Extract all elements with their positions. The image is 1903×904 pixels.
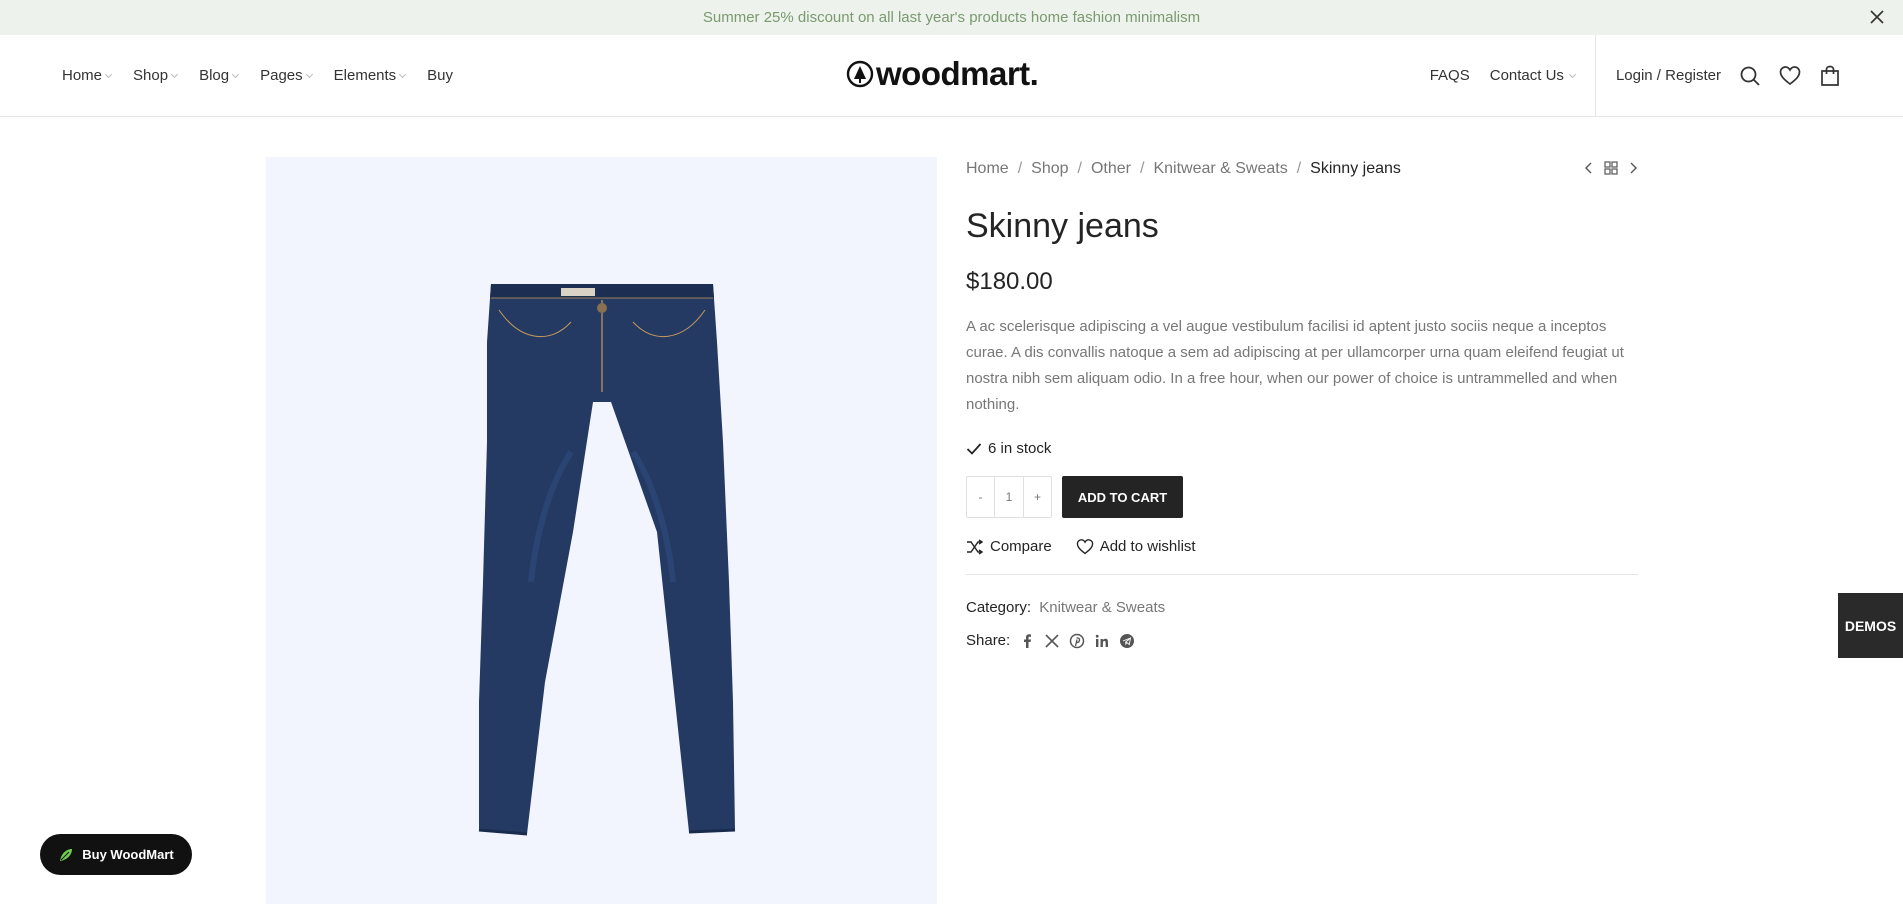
product-summary: Home / Shop / Other / Knitwear & Sweats / Sk… bbox=[966, 157, 1638, 649]
linkedin-icon[interactable] bbox=[1094, 633, 1110, 649]
nav-item-buy[interactable]: Buy bbox=[427, 67, 453, 84]
logo-text: woodmart. bbox=[876, 55, 1039, 92]
nav-label: Blog bbox=[199, 67, 230, 84]
chevron-left-icon[interactable] bbox=[1584, 161, 1594, 175]
telegram-icon[interactable] bbox=[1119, 633, 1135, 649]
qty-increase-button[interactable]: + bbox=[1024, 477, 1051, 517]
login-register-link[interactable]: Login / Register bbox=[1616, 67, 1721, 84]
nav-label: Shop bbox=[133, 67, 169, 84]
promo-bar: Summer 25% discount on all last year's p… bbox=[0, 0, 1903, 35]
nav-label: Buy bbox=[427, 67, 454, 84]
breadcrumb-separator: / bbox=[1296, 160, 1302, 177]
nav-item-blog[interactable]: Blog bbox=[199, 67, 240, 84]
nav-item-home[interactable]: Home bbox=[62, 67, 113, 84]
stock-text: 6 in stock bbox=[988, 440, 1052, 457]
nav-label: Home bbox=[62, 67, 103, 84]
breadcrumb-other[interactable]: Other bbox=[1091, 160, 1131, 178]
facebook-icon[interactable] bbox=[1019, 633, 1035, 649]
product-title: Skinny jeans bbox=[966, 207, 1159, 245]
category-link[interactable]: Knitwear & Sweats bbox=[1039, 599, 1165, 616]
main-nav: Home Shop Blog Pages Elements Buy bbox=[62, 67, 475, 84]
wishlist-button[interactable]: Add to wishlist bbox=[1076, 538, 1196, 555]
add-to-cart-button[interactable]: ADD TO CART bbox=[1062, 476, 1183, 518]
chevron-down-icon bbox=[232, 70, 240, 78]
logo-mark-icon bbox=[846, 60, 874, 88]
promo-text: Summer 25% discount on all last year's p… bbox=[702, 9, 1201, 26]
product-category: Category: Knitwear & Sweats bbox=[966, 599, 1638, 616]
product-description: A ac scelerisque adipiscing a vel augue … bbox=[966, 318, 1624, 413]
breadcrumb-shop[interactable]: Shop bbox=[1031, 160, 1068, 178]
product-price: $180.00 bbox=[966, 268, 1053, 295]
header-right: FAQS Contact Us Login / Register bbox=[1410, 34, 1841, 117]
grid-icon[interactable] bbox=[1604, 161, 1618, 175]
search-icon[interactable] bbox=[1739, 65, 1761, 87]
nav-item-pages[interactable]: Pages bbox=[260, 67, 313, 84]
add-to-cart-row: - 1 + ADD TO CART bbox=[966, 476, 1638, 518]
bag-icon[interactable] bbox=[1819, 65, 1841, 87]
breadcrumb: Home / Shop / Other / Knitwear & Sweats / Sk… bbox=[966, 157, 1638, 181]
breadcrumb-home[interactable]: Home bbox=[966, 160, 1009, 178]
breadcrumb-current: Skinny jeans bbox=[1310, 160, 1401, 177]
site-header: Home Shop Blog Pages Elements Buy woodma… bbox=[0, 34, 1903, 117]
chevron-down-icon bbox=[104, 70, 113, 78]
product-gallery[interactable] bbox=[266, 157, 937, 904]
faqs-link[interactable]: FAQS bbox=[1430, 67, 1470, 84]
product-nav bbox=[1584, 161, 1638, 175]
nav-item-elements[interactable]: Elements bbox=[333, 67, 407, 84]
nav-item-shop[interactable]: Shop bbox=[133, 67, 179, 84]
chevron-down-icon bbox=[305, 70, 313, 78]
qty-input[interactable]: 1 bbox=[994, 477, 1024, 517]
chevron-down-icon bbox=[171, 70, 179, 78]
stock-status: 6 in stock bbox=[966, 440, 1638, 457]
divider bbox=[966, 574, 1638, 575]
check-icon bbox=[966, 442, 982, 455]
nav-label: Pages bbox=[260, 67, 303, 84]
nav-label: Elements bbox=[333, 67, 397, 84]
category-label: Category: bbox=[966, 599, 1032, 616]
buy-woodmart-label: Buy WoodMart bbox=[82, 847, 174, 862]
breadcrumb-separator: / bbox=[1017, 160, 1023, 177]
compare-label: Compare bbox=[990, 538, 1052, 555]
product-actions: Compare Add to wishlist bbox=[966, 538, 1638, 555]
contact-label: Contact Us bbox=[1489, 67, 1564, 84]
share-label: Share: bbox=[966, 632, 1011, 649]
shuffle-icon bbox=[967, 538, 984, 555]
contact-link[interactable]: Contact Us bbox=[1489, 67, 1576, 84]
heart-icon[interactable] bbox=[1779, 65, 1801, 87]
breadcrumb-knitwear[interactable]: Knitwear & Sweats bbox=[1153, 160, 1287, 178]
header-divider bbox=[1594, 34, 1596, 117]
pinterest-icon[interactable] bbox=[1069, 633, 1085, 649]
wishlist-label: Add to wishlist bbox=[1099, 538, 1196, 555]
breadcrumb-separator: / bbox=[1139, 160, 1145, 177]
chevron-down-icon bbox=[1568, 70, 1576, 78]
quantity-stepper: - 1 + bbox=[966, 476, 1052, 518]
share-row: Share: bbox=[966, 632, 1638, 649]
x-icon[interactable] bbox=[1044, 633, 1060, 649]
close-icon[interactable] bbox=[1867, 7, 1887, 27]
buy-woodmart-button[interactable]: Buy WoodMart bbox=[40, 834, 192, 875]
chevron-right-icon[interactable] bbox=[1628, 161, 1638, 175]
heart-icon bbox=[1076, 538, 1093, 554]
chevron-down-icon bbox=[399, 70, 407, 78]
product-image bbox=[478, 284, 736, 836]
compare-button[interactable]: Compare bbox=[966, 538, 1052, 555]
site-logo[interactable]: woodmart. bbox=[846, 55, 1039, 93]
leaf-icon bbox=[60, 848, 73, 861]
demos-tab[interactable]: DEMOS bbox=[1838, 593, 1903, 658]
breadcrumb-separator: / bbox=[1077, 160, 1082, 177]
qty-decrease-button[interactable]: - bbox=[967, 477, 994, 517]
